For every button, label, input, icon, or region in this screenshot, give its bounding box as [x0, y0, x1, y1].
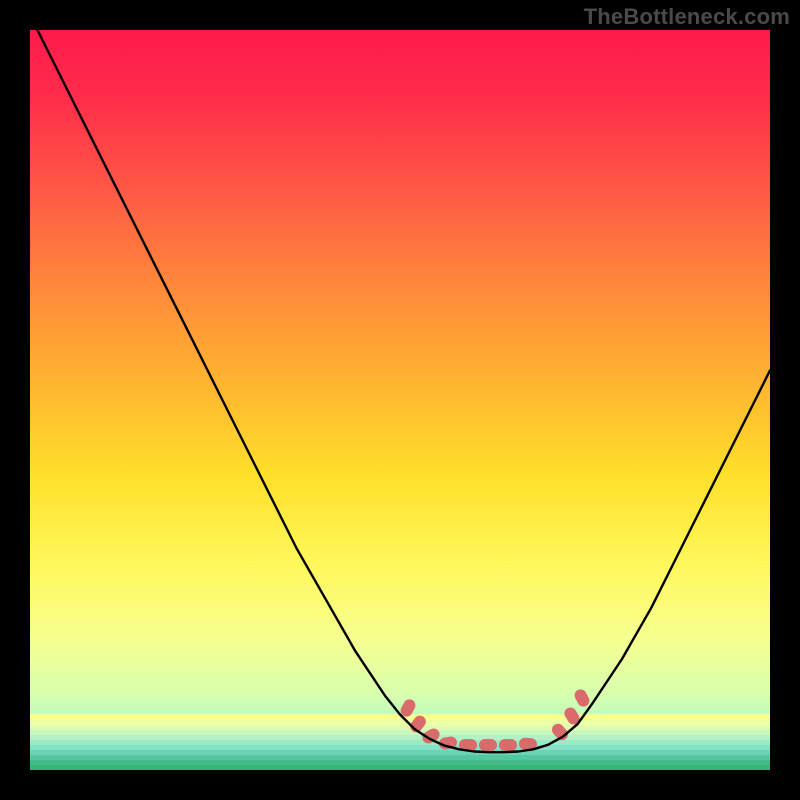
- gradient-stripe: [30, 720, 770, 725]
- gradient-stripe: [30, 750, 770, 755]
- gradient-stripe: [30, 740, 770, 745]
- gradient-stripe: [30, 725, 770, 730]
- gradient-background: [30, 30, 770, 770]
- gradient-stripe: [30, 730, 770, 735]
- gradient-stripe: [30, 745, 770, 750]
- highlight-dash: [479, 739, 497, 751]
- gradient-stripe: [30, 755, 770, 760]
- plot-area: [30, 30, 770, 770]
- gradient-stripe: [30, 760, 770, 765]
- gradient-stripe: [30, 765, 770, 770]
- chart-frame: TheBottleneck.com: [0, 0, 800, 800]
- watermark-text: TheBottleneck.com: [584, 4, 790, 30]
- highlight-dash: [499, 739, 517, 751]
- gradient-stripe: [30, 735, 770, 740]
- plot-svg: [30, 30, 770, 770]
